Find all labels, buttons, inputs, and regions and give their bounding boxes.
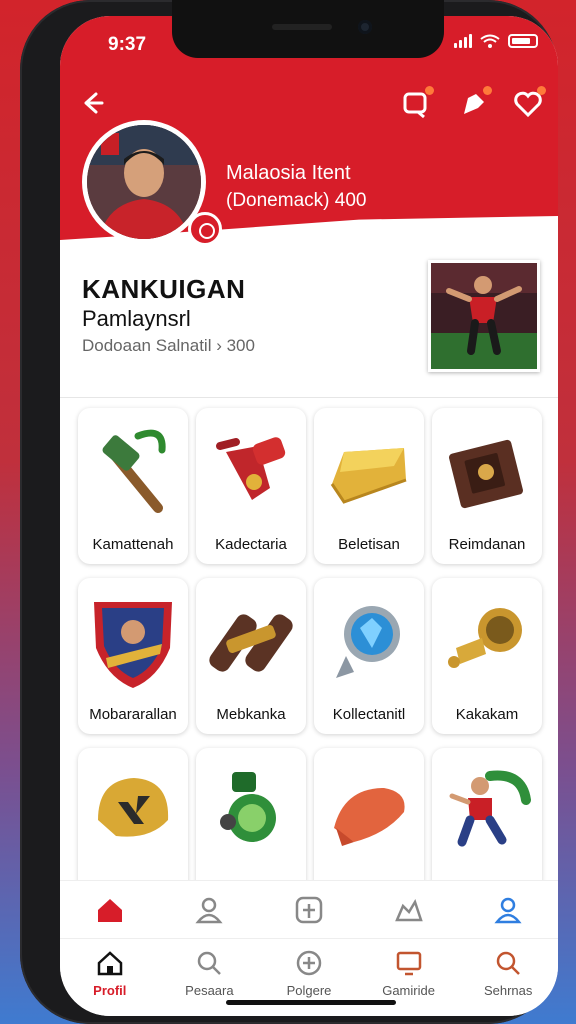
home-icon [97,898,122,922]
item-card[interactable]: Kakakam [432,578,542,734]
item-card[interactable]: Beletisan [314,408,424,564]
back-icon[interactable] [76,88,106,118]
shop-icon [394,898,423,921]
profile-subtitle: Pamlaynsrl [82,306,191,331]
home-indicator[interactable] [226,1000,396,1005]
player-figure-icon [449,770,531,847]
hammer-icon [102,429,166,513]
cap-icon [334,788,405,846]
action-photo[interactable] [428,260,540,372]
edit-badge-icon[interactable] [188,212,222,246]
app-screen: 9:37 Malaosia Itent (Donemack) 400 KANKU… [60,16,558,1016]
item-card[interactable]: Kadectaria [196,408,306,564]
item-card[interactable]: Reimdanan [432,408,542,564]
heart-dot [537,86,546,95]
crossbar-icon [209,614,293,672]
gem-icon [336,606,400,678]
item-label: Kollectanitl [332,706,406,723]
helmet-icon [98,778,169,837]
item-label: Beletisan [338,536,400,553]
profile-title: KANKUIGAN [82,274,246,304]
item-label: Kadectaria [215,536,287,553]
status-time: 9:37 [108,34,147,55]
item-label: Reimdanan [448,536,526,553]
header-subtitle: (Donemack) 400 [226,190,367,211]
quick-account[interactable] [458,881,558,938]
notch [172,0,444,58]
avatar-photo [87,125,201,239]
battery-icon [508,34,538,48]
phone-frame: 9:37 Malaosia Itent (Donemack) 400 KANKU… [20,0,558,1024]
item-card[interactable]: Mobararallan [78,578,188,734]
signal-icon [454,34,472,48]
quick-home[interactable] [60,881,160,938]
quick-shop[interactable] [359,881,459,938]
wifi-icon [480,34,500,48]
heart-icon[interactable] [512,86,546,120]
add-icon [295,896,323,923]
item-label: Mobararallan [89,706,177,723]
whistle-icon [220,772,276,842]
shield-icon [94,602,172,688]
tab-profil[interactable]: Profil [60,939,160,1016]
item-label: Kakakam [455,706,519,723]
item-card[interactable]: Kollectanitl [314,578,424,734]
status-icons [454,34,538,48]
add-friend-icon[interactable] [458,86,492,120]
notification-dot [425,86,434,95]
tab-label: Polgere [286,983,332,998]
tab-label: Sehrnas [483,983,533,998]
boot-icon [216,437,286,500]
monitor-icon [396,951,421,976]
quick-nav [60,880,558,938]
quick-add[interactable] [259,881,359,938]
profile-meta[interactable]: Dodoaan Salnatil › 300 [82,336,255,356]
camera [358,20,372,34]
add-icon [296,950,322,976]
home-icon [97,951,123,976]
profile-section: KANKUIGAN Pamlaynsrl Dodoaan Salnatil › … [60,248,558,398]
item-card[interactable]: Mebkanka [196,578,306,734]
header-name: Malaosia Itent [226,162,351,184]
search-icon [496,951,521,975]
item-label: Mebkanka [216,706,286,723]
search-icon [198,951,222,975]
chest-icon [449,439,523,509]
add-friend-dot [483,86,492,95]
tab-label: Profil [93,983,127,998]
notification-icon[interactable] [400,86,434,120]
item-label: Kamattenah [92,536,174,553]
speaker [272,24,332,30]
tab-label: Pesaara [185,983,234,998]
account-icon [494,897,522,923]
trophy-icon [448,608,522,668]
quick-profile[interactable] [160,881,260,938]
item-grid: Kamattenah Kadectaria Beletisan Reimdana… [78,408,544,904]
tab-label: Gamiride [382,983,435,998]
item-card[interactable]: Kamattenah [78,408,188,564]
user-icon [195,897,223,923]
tab-settings[interactable]: Sehrnas [458,939,558,1016]
gold-bar-icon [330,448,407,504]
